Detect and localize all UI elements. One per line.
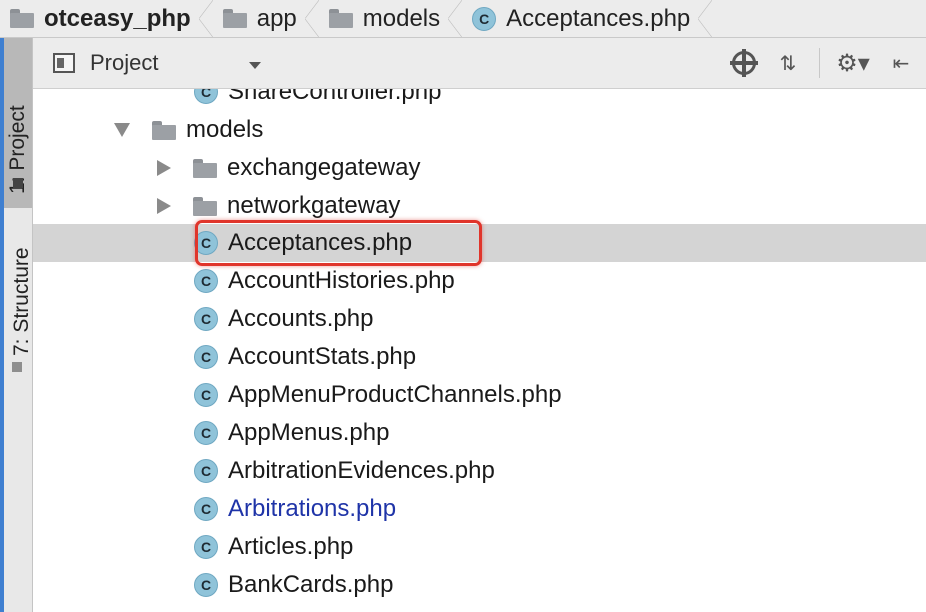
tool-window-structure-button[interactable]: 7: Structure: [4, 228, 33, 398]
collapse-arrow-icon[interactable]: [157, 160, 171, 176]
locate-icon[interactable]: [730, 49, 758, 77]
tool-window-project-button[interactable]: 1: Project: [4, 38, 32, 208]
tree-item-file[interactable]: C Articles.php: [33, 528, 926, 566]
php-class-icon: C: [472, 6, 497, 31]
breadcrumb-item-app[interactable]: app: [213, 0, 297, 37]
tree-item-file[interactable]: C AppMenuProductChannels.php: [33, 376, 926, 414]
hide-icon[interactable]: ⇤: [887, 50, 915, 76]
php-class-icon: C: [194, 573, 218, 597]
breadcrumb-item-file[interactable]: C Acceptances.php: [462, 0, 690, 37]
breadcrumb-item-models[interactable]: models: [319, 0, 440, 37]
php-class-icon: C: [194, 383, 218, 407]
project-view-icon: [53, 53, 75, 73]
breadcrumb-label: models: [362, 4, 441, 32]
tree-item-label: AccountStats.php: [228, 343, 417, 370]
chevron-down-icon[interactable]: [249, 62, 261, 69]
tree-item-file[interactable]: C AccountHistories.php: [33, 262, 926, 300]
breadcrumb: otceasy_php app models C Acceptances.php: [0, 0, 926, 38]
tree-item-label: ShareController.php: [228, 89, 442, 105]
toolbar-divider: [819, 48, 820, 78]
settings-icon[interactable]: ⚙▾: [833, 49, 873, 77]
tree-item-file[interactable]: C ShareController.php: [33, 89, 926, 111]
breadcrumb-item-project[interactable]: otceasy_php: [0, 0, 191, 37]
php-class-icon: C: [194, 421, 218, 445]
tree-item-file[interactable]: C ArbitrationEvidences.php: [33, 452, 926, 490]
folder-icon: [222, 9, 247, 28]
tree-item-label: networkgateway: [227, 192, 401, 219]
breadcrumb-separator: [198, 0, 213, 37]
folder-icon: [10, 9, 34, 28]
tree-item-label: AppMenuProductChannels.php: [228, 381, 562, 408]
folder-icon: [193, 196, 217, 216]
breadcrumb-label: otceasy_php: [44, 4, 191, 32]
php-class-icon: C: [194, 535, 218, 559]
tree-item-label: Accounts.php: [228, 305, 374, 332]
tree-item-file[interactable]: C AppMenus.php: [33, 414, 926, 452]
php-class-icon: C: [194, 345, 218, 369]
tree-item-file[interactable]: C AccountStats.php: [33, 338, 926, 376]
tree-item-label: AppMenus.php: [228, 419, 390, 446]
php-class-icon: C: [194, 497, 218, 521]
tree-item-file[interactable]: C Accounts.php: [33, 300, 926, 338]
tree-item-label: exchangegateway: [227, 154, 421, 181]
breadcrumb-label: Acceptances.php: [506, 4, 691, 32]
collapse-all-icon[interactable]: ⇅: [775, 50, 801, 76]
breadcrumb-separator: [448, 0, 463, 37]
highlight-annotation: [195, 220, 482, 266]
php-class-icon: C: [194, 459, 218, 483]
breadcrumb-separator: [304, 0, 319, 37]
project-tree: C ShareController.php models exchangegat…: [33, 89, 926, 612]
tree-item-label: Articles.php: [228, 533, 354, 560]
tree-item-file-modified[interactable]: C Arbitrations.php: [33, 490, 926, 528]
tree-item-label: BankCards.php: [228, 571, 394, 598]
tree-item-label: AccountHistories.php: [228, 267, 455, 294]
breadcrumb-separator: [698, 0, 713, 37]
tree-item-folder[interactable]: networkgateway: [33, 187, 926, 225]
php-class-icon: C: [194, 89, 218, 104]
tool-window-strip: 1: Project 7: Structure: [0, 38, 33, 612]
breadcrumb-label: app: [256, 4, 297, 32]
php-class-icon: C: [194, 269, 218, 293]
collapse-arrow-icon[interactable]: [157, 198, 171, 214]
folder-icon: [328, 9, 353, 28]
project-view-selector[interactable]: Project: [90, 50, 158, 76]
tree-item-folder[interactable]: exchangegateway: [33, 149, 926, 187]
tree-item-file[interactable]: C BankCards.php: [33, 566, 926, 604]
project-panel-header: Project ⇅ ⚙▾ ⇤: [33, 38, 926, 89]
tree-item-label: models: [186, 116, 264, 143]
folder-icon: [152, 120, 176, 140]
folder-icon: [193, 158, 217, 178]
tree-item-label: Arbitrations.php: [228, 495, 397, 522]
expand-arrow-icon[interactable]: [114, 123, 130, 137]
tree-item-folder[interactable]: models: [33, 111, 926, 149]
structure-window-icon: [12, 362, 22, 372]
php-class-icon: C: [194, 307, 218, 331]
tree-item-label: ArbitrationEvidences.php: [228, 457, 495, 484]
tool-window-structure-label: 7: Structure: [10, 247, 33, 356]
project-window-icon: [13, 178, 23, 188]
